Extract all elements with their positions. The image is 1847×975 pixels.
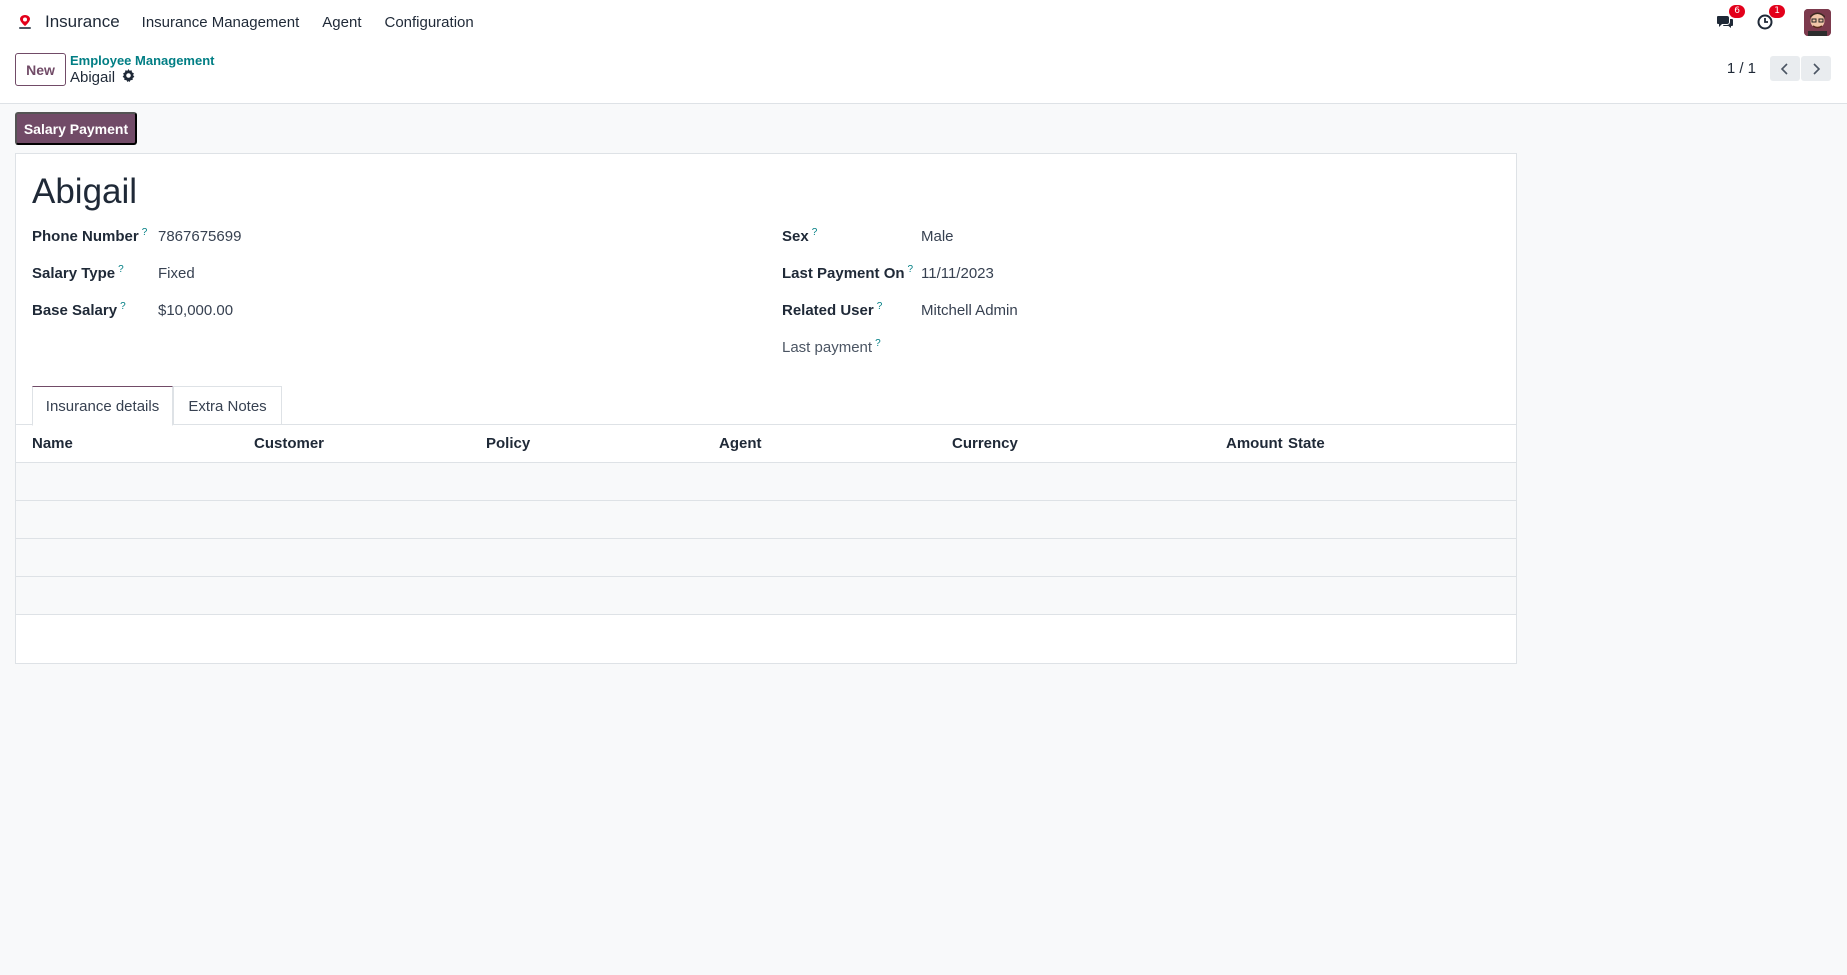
help-tooltip-icon[interactable]: ? — [908, 264, 914, 275]
messages-badge: 6 — [1729, 5, 1745, 18]
control-panel: New Employee Management Abigail 1 / 1 — [0, 44, 1847, 104]
sex-label: Sex? — [782, 227, 817, 245]
column-agent[interactable]: Agent — [719, 435, 762, 452]
help-tooltip-icon[interactable]: ? — [118, 264, 124, 275]
chevron-left-icon — [1780, 62, 1788, 75]
base-salary-label-text: Base Salary — [32, 302, 118, 319]
help-tooltip-icon[interactable]: ? — [875, 338, 881, 349]
column-name[interactable]: Name — [32, 435, 73, 452]
chevron-right-icon — [1813, 62, 1821, 75]
gear-icon[interactable] — [122, 69, 135, 86]
salary-type-field[interactable]: Fixed — [158, 265, 195, 282]
pager-buttons — [1770, 56, 1831, 81]
systray: 6 1 — [1714, 0, 1831, 44]
menu-configuration[interactable]: Configuration — [384, 14, 473, 31]
related-user-field[interactable]: Mitchell Admin — [921, 302, 1018, 319]
last-payment-on-label: Last Payment On? — [782, 264, 913, 282]
user-avatar[interactable] — [1804, 8, 1831, 36]
record-title[interactable]: Abigail — [32, 172, 137, 212]
sex-field[interactable]: Male — [921, 228, 954, 245]
record-name: Abigail — [70, 69, 116, 86]
column-customer[interactable]: Customer — [254, 435, 324, 452]
pager: 1 / 1 — [1727, 56, 1831, 81]
table-row — [16, 463, 1516, 501]
table-row — [16, 539, 1516, 577]
last-payment-label: Last payment? — [782, 338, 881, 356]
activities-clock-icon[interactable]: 1 — [1754, 5, 1785, 33]
breadcrumb-current: Abigail — [70, 69, 135, 86]
form-sheet: Abigail Phone Number? 7867675699 Salary … — [15, 153, 1517, 664]
pager-previous-button[interactable] — [1770, 56, 1800, 81]
salary-type-label: Salary Type? — [32, 264, 124, 282]
related-user-label: Related User? — [782, 301, 882, 319]
column-policy[interactable]: Policy — [486, 435, 530, 452]
help-tooltip-icon[interactable]: ? — [142, 227, 148, 238]
pager-value[interactable]: 1 / 1 — [1727, 60, 1756, 77]
top-navbar: Insurance Insurance Management Agent Con… — [0, 0, 1847, 44]
base-salary-field[interactable]: $10,000.00 — [158, 302, 233, 319]
table-row — [16, 577, 1516, 615]
help-tooltip-icon[interactable]: ? — [812, 227, 818, 238]
salary-payment-button[interactable]: Salary Payment — [15, 112, 137, 145]
last-payment-label-text: Last payment — [782, 339, 873, 356]
insurance-app-icon[interactable] — [16, 13, 34, 31]
table-row — [16, 501, 1516, 539]
phone-number-field[interactable]: 7867675699 — [158, 228, 241, 245]
sex-label-text: Sex — [782, 228, 809, 245]
activities-badge: 1 — [1769, 5, 1785, 18]
app-name[interactable]: Insurance — [45, 12, 120, 32]
base-salary-label: Base Salary? — [32, 301, 126, 319]
phone-number-label: Phone Number? — [32, 227, 147, 245]
breadcrumb-employee-management[interactable]: Employee Management — [70, 53, 215, 68]
messages-icon[interactable]: 6 — [1714, 5, 1745, 33]
notebook-tabs: Insurance details Extra Notes — [16, 386, 1516, 426]
phone-number-label-text: Phone Number — [32, 228, 139, 245]
column-state[interactable]: State — [1288, 435, 1325, 452]
tab-insurance-details[interactable]: Insurance details — [32, 386, 173, 426]
pager-next-button[interactable] — [1801, 56, 1831, 81]
last-payment-on-label-text: Last Payment On — [782, 265, 905, 282]
new-button[interactable]: New — [15, 53, 66, 86]
related-user-label-text: Related User — [782, 302, 874, 319]
insurance-table-header: Name Customer Policy Agent Currency Amou… — [16, 425, 1516, 463]
column-currency[interactable]: Currency — [952, 435, 1018, 452]
menu-insurance-management[interactable]: Insurance Management — [142, 14, 300, 31]
tab-extra-notes[interactable]: Extra Notes — [173, 386, 282, 425]
last-payment-on-field[interactable]: 11/11/2023 — [921, 265, 994, 282]
salary-type-label-text: Salary Type — [32, 265, 116, 282]
help-tooltip-icon[interactable]: ? — [120, 301, 126, 312]
menu-agent[interactable]: Agent — [322, 14, 361, 31]
column-amount[interactable]: Amount — [1226, 435, 1283, 452]
help-tooltip-icon[interactable]: ? — [877, 301, 883, 312]
